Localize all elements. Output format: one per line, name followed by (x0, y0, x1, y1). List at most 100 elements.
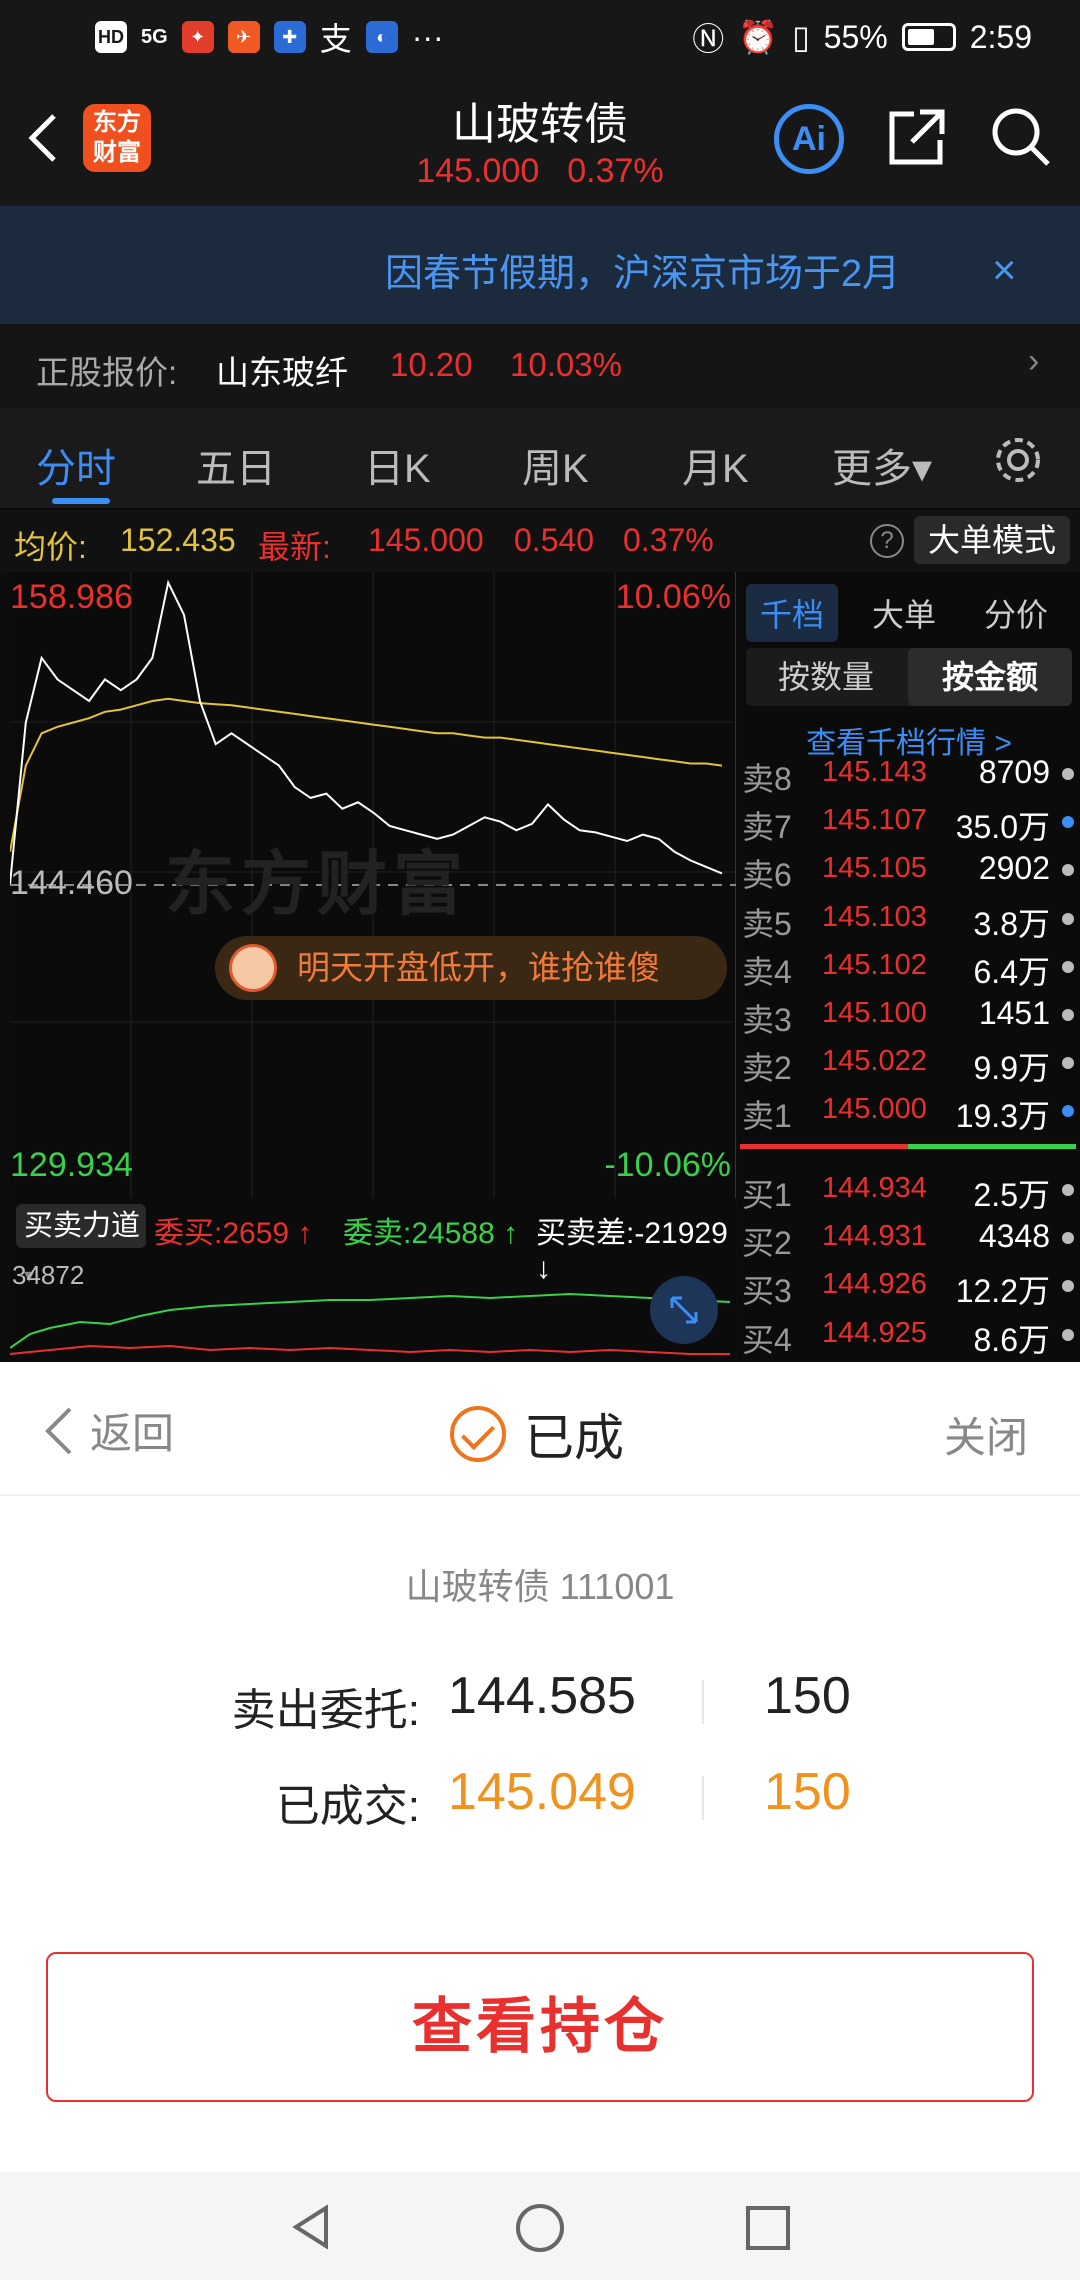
last-value: 145.000 (368, 522, 484, 558)
asks-row: 卖6 145.105 2902 (738, 844, 1080, 893)
notice-close-icon[interactable]: × (992, 246, 1017, 294)
asks-row: 卖4 145.102 6.4万 (738, 941, 1080, 990)
level-price: 145.022 (822, 1045, 927, 1078)
tab-more[interactable]: 更多▾ (832, 436, 932, 494)
asks-row: 卖7 145.107 35.0万 (738, 796, 1080, 845)
gear-icon[interactable] (990, 432, 1046, 488)
notice-banner[interactable]: 因春节假期，沪深京市场于2月 × (0, 206, 1080, 324)
tab-intraday[interactable]: 分时 (36, 436, 116, 494)
level-dot-icon (1062, 816, 1074, 829)
level-volume: 35.0万 (955, 809, 1050, 846)
unit-toggle: 按数量 按金额 (746, 648, 1072, 706)
underlying-quote-row[interactable]: 正股报价: 山东玻纤 10.20 10.03% › (0, 324, 1080, 408)
bids-row: 买4 144.925 8.6万 (738, 1309, 1080, 1358)
view-positions-button[interactable]: 查看持仓 (46, 1952, 1034, 2102)
level-price: 145.143 (822, 756, 927, 788)
status-icons-left: HD 5G ✦ ✈ ✚ 支 ◐ ··· (95, 14, 444, 60)
level-price: 145.107 (822, 804, 927, 837)
level-dot-icon (1062, 1057, 1074, 1070)
underlying-pct: 10.03% (510, 346, 622, 383)
change-value: 0.540 (514, 522, 595, 558)
help-icon[interactable]: ? (870, 524, 904, 558)
underlying-label: 正股报价: (36, 354, 178, 391)
level-volume: 8709 (978, 754, 1050, 790)
header-price-pct: 0.37% (567, 152, 664, 190)
chart-tabs: 分时 五日 日K 周K 月K 更多▾ (0, 408, 1080, 508)
axis-high: 158.986 (10, 578, 133, 616)
tab-weekly-k[interactable]: 周K (522, 436, 589, 494)
asks-row: 卖2 145.022 9.9万 (738, 1037, 1080, 1086)
order-label: 卖出委托: (231, 1686, 420, 1735)
underlying-name: 山东玻纤 (216, 354, 348, 391)
level-name: 卖3 (742, 1002, 792, 1038)
app-icon-1: ✦ (181, 21, 214, 53)
tab-price-dist[interactable]: 分价 (984, 590, 1048, 636)
level-price: 145.102 (822, 948, 927, 981)
axis-low: 129.934 (10, 1146, 133, 1184)
tab-daily-k[interactable]: 日K (364, 436, 431, 494)
avg-value: 152.435 (120, 522, 236, 558)
level-price: 145.000 (822, 1093, 927, 1126)
big-order-mode-button[interactable]: 大单模式 (914, 516, 1070, 564)
comment-bubble[interactable]: 明天开盘低开，谁抢谁傻 (215, 936, 727, 1000)
order-qty: 150 (764, 1667, 851, 1725)
share-icon[interactable] (884, 106, 948, 170)
level-name: 卖1 (742, 1098, 792, 1135)
indicator-max: 34872 (12, 1260, 85, 1290)
sell-side-bar (740, 1144, 908, 1149)
level-price: 144.934 (822, 1172, 927, 1204)
active-tab-indicator (52, 498, 110, 504)
level-name: 买3 (742, 1273, 792, 1310)
sheet-title: 已成 (450, 1398, 624, 1470)
level-volume: 12.2万 (955, 1273, 1050, 1310)
back-button[interactable]: 返回 (40, 1400, 174, 1461)
order-price: 144.585 (448, 1667, 636, 1725)
nav-home-icon[interactable] (514, 2202, 566, 2254)
level-name: 卖5 (742, 905, 792, 942)
level-volume: 3.8万 (973, 905, 1051, 942)
by-quantity-button[interactable]: 按数量 (746, 648, 906, 706)
level-name: 买2 (742, 1225, 792, 1262)
last-label: 最新: (258, 529, 331, 565)
level-price: 145.105 (822, 852, 927, 885)
level-name: 卖4 (742, 953, 792, 990)
status-icons-right: Ⓝ ⏰ ▯ 55% 2:59 (692, 14, 1032, 60)
tab-big-orders[interactable]: 大单 (872, 590, 936, 636)
level-dot-icon (1062, 1009, 1074, 1021)
level-dot-icon (1062, 864, 1074, 877)
indicator-lines (10, 1292, 731, 1355)
underlying-price: 10.20 (390, 346, 473, 383)
by-amount-button[interactable]: 按金额 (908, 648, 1072, 706)
tab-monthly-k[interactable]: 月K (682, 436, 749, 494)
expand-button[interactable] (650, 1276, 718, 1344)
order-book-panel: 千档 大单 分价 按数量 按金额 查看千档行情 > 卖8 145.143 8709 卖… (738, 572, 1080, 1362)
asks-row: 卖1 145.000 19.3万 (738, 1085, 1080, 1134)
indicator-panel: 买卖力道 ▾ 委买:2659 ↑ 委卖:24588 ↑ 买卖差:-21929 ↓… (10, 1198, 736, 1362)
level-volume: 2902 (978, 850, 1050, 887)
chevron-right-icon: › (1028, 342, 1040, 380)
indicator-selector[interactable]: 买卖力道 ▾ (16, 1204, 146, 1287)
tab-five-day[interactable]: 五日 (196, 436, 276, 494)
axis-low-pct: -10.06% (604, 1146, 731, 1184)
pay-icon: 支 (319, 21, 352, 57)
level-volume: 9.9万 (973, 1050, 1051, 1087)
tab-thousand-levels[interactable]: 千档 (746, 584, 839, 642)
nav-back-icon[interactable] (286, 2202, 336, 2252)
level-price: 145.103 (822, 900, 927, 933)
app-icon-3: ✚ (273, 21, 306, 53)
ai-button[interactable]: Ai (774, 104, 844, 174)
bids-row: 买3 144.926 12.2万 (738, 1260, 1080, 1309)
level-volume: 1451 (978, 995, 1050, 1031)
bids-row: 买2 144.931 4348 (738, 1212, 1080, 1261)
expand-icon (670, 1296, 698, 1324)
level-dot-icon (1062, 912, 1074, 925)
deal-label: 已成交: (275, 1782, 420, 1831)
nav-recents-icon[interactable] (744, 2204, 792, 2252)
bid-volume: 委买:2659 ↑ (154, 1217, 313, 1250)
comment-text: 明天开盘低开，谁抢谁傻 (297, 949, 660, 986)
volume-diff: 买卖差:-21929 ↓ (536, 1217, 728, 1285)
close-button[interactable]: 关闭 (944, 1404, 1028, 1465)
indicator-name: 买卖力道 (24, 1210, 141, 1242)
search-icon[interactable] (988, 104, 1054, 170)
level-dot-icon (1062, 1232, 1074, 1245)
